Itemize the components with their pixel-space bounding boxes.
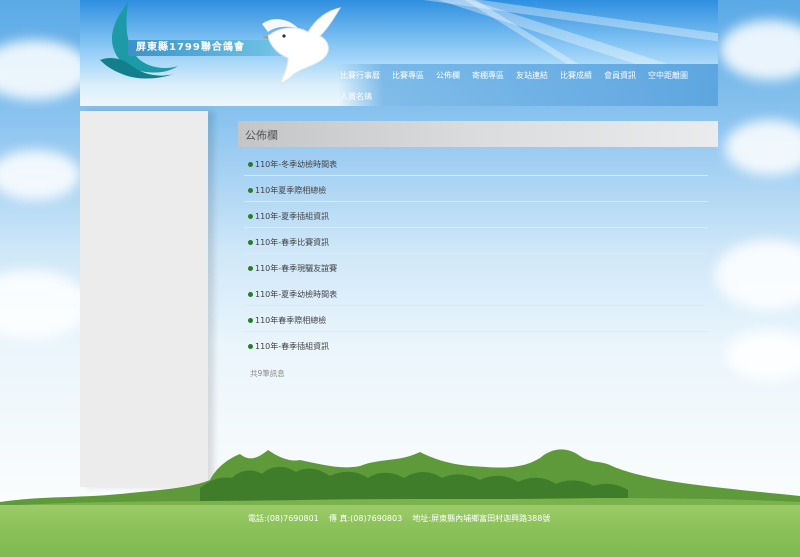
nav-item-results[interactable]: 比賽成績: [560, 70, 592, 81]
section-title: 公佈欄: [245, 129, 278, 142]
nav-item-air-distance[interactable]: 空中距離圖: [648, 70, 688, 81]
announcement-title[interactable]: 110年-夏季插組資訊: [255, 211, 329, 222]
list-item[interactable]: 110年-春季插組資訊: [244, 332, 708, 354]
cloud-decoration: [0, 150, 80, 200]
announcement-title[interactable]: 110年-春季插組資訊: [255, 341, 329, 352]
bullet-icon: [248, 318, 253, 323]
list-item[interactable]: 110年-春季現驪友誼賽: [244, 254, 708, 280]
bullet-icon: [248, 266, 253, 271]
announcement-list[interactable]: 110年-冬季幼檢時間表 110年夏季際相總檢 110年-夏季插組資訊 110年…: [244, 150, 708, 354]
nav-item-schedule[interactable]: 比賽行事曆: [340, 70, 380, 81]
tree-line-decoration: [0, 449, 800, 510]
nav-item-competition[interactable]: 比賽專區: [392, 70, 424, 81]
bullet-icon: [248, 240, 253, 245]
nav-item-famous-pigeons[interactable]: 人賞名鴿: [340, 91, 372, 102]
bullet-icon: [248, 162, 253, 167]
bullet-icon: [248, 214, 253, 219]
bullet-icon: [248, 188, 253, 193]
cloud-decoration: [725, 120, 800, 175]
cloud-decoration: [0, 40, 90, 100]
dove-icon: [262, 7, 342, 84]
nav-item-members[interactable]: 會員資訊: [604, 70, 636, 81]
cloud-decoration: [715, 240, 800, 310]
contact-info: 電話:(08)7690801 傳 真:(08)7690803 地址:屏東縣內埔鄉…: [248, 514, 551, 523]
bullet-icon: [248, 292, 253, 297]
section-header: 公佈欄: [238, 121, 718, 147]
list-item[interactable]: 110年-夏季插組資訊: [244, 202, 708, 228]
announcement-title[interactable]: 110年-夏季幼檢時間表: [255, 289, 337, 300]
nav-item-bulletin[interactable]: 公佈欄: [436, 70, 460, 81]
list-item[interactable]: 110年春季際相總檢: [244, 306, 708, 332]
main-nav: 比賽行事曆 比賽專區 公佈欄 寄棚專區 友站連結 比賽成績 會員資訊 空中距離圖…: [338, 64, 718, 106]
announcement-title[interactable]: 110年夏季際相總檢: [255, 185, 326, 196]
bulletin-panel: 公佈欄 110年-冬季幼檢時間表 110年夏季際相總檢 110年-夏季插組資訊 …: [238, 121, 718, 391]
announcement-title[interactable]: 110年-冬季幼檢時間表: [255, 159, 337, 170]
list-item[interactable]: 110年-冬季幼檢時間表: [244, 150, 708, 176]
left-sidebar: [80, 111, 208, 487]
cloud-decoration: [720, 20, 800, 80]
bullet-icon: [248, 344, 253, 349]
list-item[interactable]: 110年-夏季幼檢時間表: [244, 280, 708, 306]
announcement-title[interactable]: 110年-春季比賽資訊: [255, 237, 329, 248]
cloud-decoration: [0, 270, 90, 340]
record-count: 共9筆訊息: [250, 369, 285, 378]
announcement-title[interactable]: 110年春季際相總檢: [255, 315, 326, 326]
nav-item-boarding[interactable]: 寄棚專區: [472, 70, 504, 81]
site-header: 屏東縣1799聯合鴿會 比賽行事曆 比賽專區 公佈欄 寄棚專區 友站連結 比賽成…: [80, 0, 718, 106]
cloud-decoration: [725, 330, 800, 380]
light-ray: [408, 0, 718, 54]
site-footer: 電話:(08)7690801 傳 真:(08)7690803 地址:屏東縣內埔鄉…: [0, 505, 800, 557]
list-item[interactable]: 110年夏季際相總檢: [244, 176, 708, 202]
list-item[interactable]: 110年-春季比賽資訊: [244, 228, 708, 254]
nav-item-links[interactable]: 友站連結: [516, 70, 548, 81]
announcement-title[interactable]: 110年-春季現驪友誼賽: [255, 263, 337, 274]
